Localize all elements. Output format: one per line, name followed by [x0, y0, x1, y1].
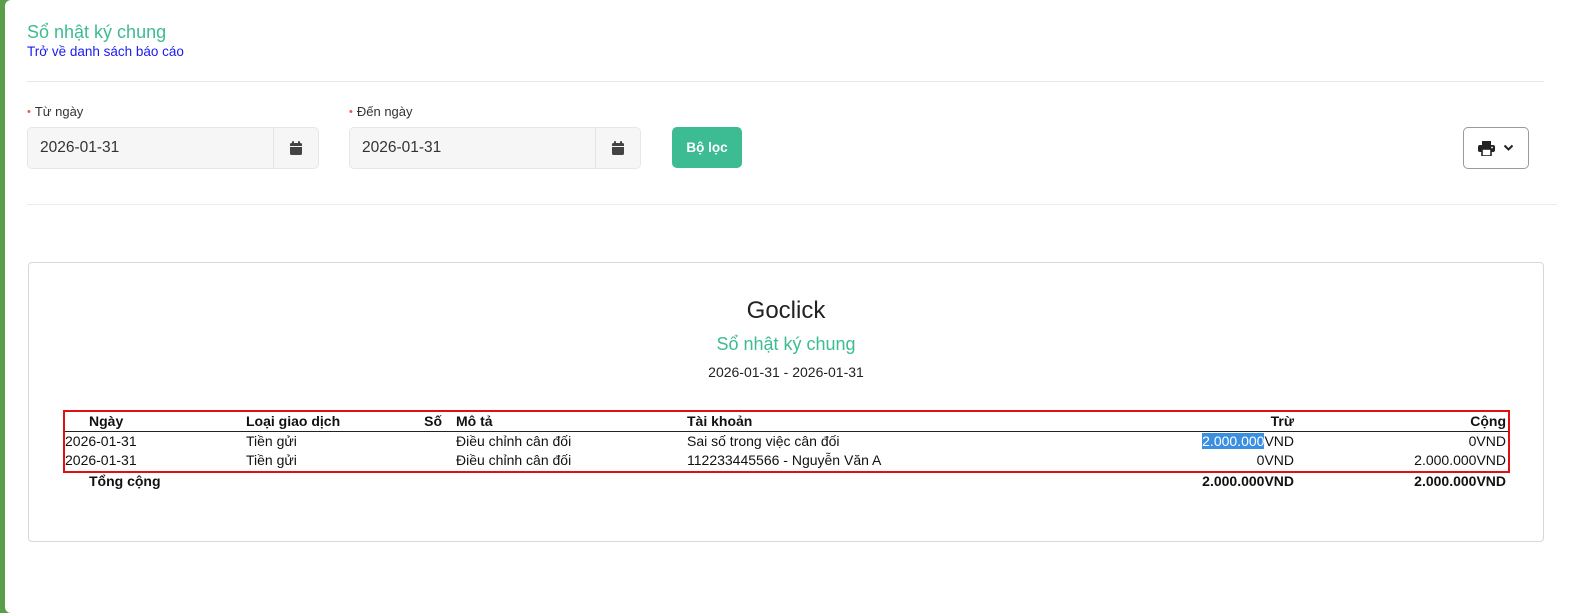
cell-debit: 0VND	[1256, 452, 1294, 468]
cell-date: 2026-01-31	[65, 452, 137, 468]
cell-date: 2026-01-31	[65, 433, 137, 449]
chevron-down-icon	[1503, 144, 1514, 151]
from-date-picker	[27, 127, 319, 169]
column-header-date: Ngày	[89, 413, 124, 429]
print-icon	[1478, 140, 1495, 156]
print-dropdown-button[interactable]	[1463, 127, 1529, 169]
to-date-label: • Đến ngày	[349, 104, 413, 119]
from-date-input[interactable]	[28, 128, 276, 168]
divider	[27, 204, 1557, 205]
column-header-type: Loại giao dịch	[246, 413, 341, 429]
column-header-credit: Cộng	[1470, 413, 1506, 429]
report-date-range: 2026-01-31 - 2026-01-31	[708, 364, 864, 380]
column-header-account: Tài khoản	[687, 413, 753, 429]
cell-account: 112233445566 - Nguyễn Văn A	[687, 452, 882, 468]
filter-button[interactable]: Bộ lọc	[672, 127, 742, 168]
column-header-description: Mô tả	[456, 413, 493, 429]
column-header-debit: Trừ	[1270, 413, 1294, 429]
total-label: Tổng cộng	[89, 473, 161, 489]
required-mark: •	[349, 106, 353, 118]
page-title: Sổ nhật ký chung	[27, 22, 167, 42]
divider	[27, 81, 1544, 82]
selected-text: 2.000.000	[1202, 433, 1265, 449]
total-debit: 2.000.000VND	[1202, 473, 1294, 489]
cell-description: Điều chỉnh cân đối	[456, 452, 572, 468]
cell-account: Sai số trong việc cân đối	[687, 433, 840, 449]
calendar-icon	[612, 141, 624, 155]
cell-credit: 0VND	[1468, 433, 1506, 449]
table-row: 2026-01-31 Tiền gửi Điều chỉnh cân đối S…	[65, 432, 1508, 451]
report-title: Sổ nhật ký chung	[716, 334, 856, 354]
column-header-number: Số	[424, 413, 442, 429]
table-header: Ngày Loại giao dịch Số Mô tả Tài khoản T…	[65, 412, 1508, 432]
cell-description: Điều chỉnh cân đối	[456, 433, 572, 449]
to-date-calendar-button[interactable]	[595, 128, 640, 168]
total-row: Tổng cộng 2.000.000VND 2.000.000VND	[65, 472, 1508, 491]
from-date-calendar-button[interactable]	[273, 128, 318, 168]
cell-type: Tiền gửi	[246, 433, 297, 449]
from-date-label: • Từ ngày	[27, 104, 84, 119]
cell-credit: 2.000.000VND	[1414, 452, 1506, 468]
calendar-icon	[290, 141, 302, 155]
back-to-reports-link[interactable]: Trở về danh sách báo cáo	[27, 44, 184, 59]
company-name: Goclick	[746, 297, 826, 324]
cell-debit: 2.000.000VND	[1202, 433, 1294, 449]
main-panel: Sổ nhật ký chung Trở về danh sách báo cá…	[5, 0, 1594, 613]
cell-type: Tiền gửi	[246, 452, 297, 468]
to-date-picker	[349, 127, 641, 169]
total-credit: 2.000.000VND	[1414, 473, 1506, 489]
required-mark: •	[27, 106, 31, 118]
to-date-input[interactable]	[350, 128, 598, 168]
journal-table: Ngày Loại giao dịch Số Mô tả Tài khoản T…	[65, 412, 1508, 491]
report-card: Goclick Sổ nhật ký chung 2026-01-31 - 20…	[28, 262, 1544, 542]
table-row: 2026-01-31 Tiền gửi Điều chỉnh cân đối 1…	[65, 451, 1508, 470]
